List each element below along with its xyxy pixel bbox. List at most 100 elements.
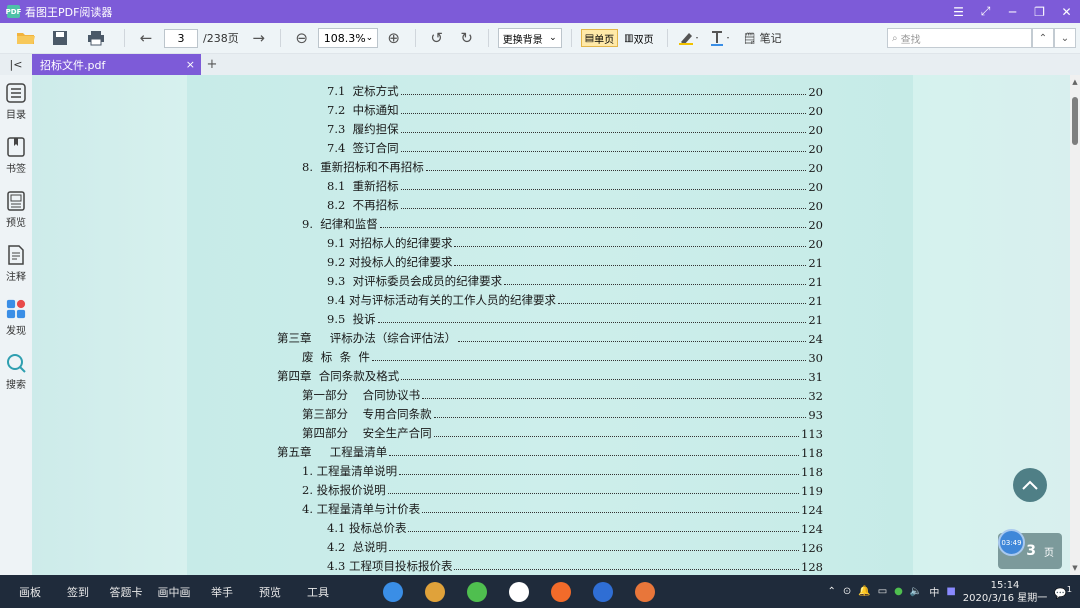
sidebar-item-search[interactable]: 搜索 bbox=[0, 345, 32, 399]
toc-entry[interactable]: 7.2 中标通知 20 bbox=[327, 99, 823, 118]
menu-icon[interactable]: ☰ bbox=[945, 0, 972, 23]
ime-indicator[interactable]: 中 bbox=[929, 584, 939, 599]
tab-close-icon[interactable]: × bbox=[186, 58, 195, 71]
close-icon[interactable]: ✕ bbox=[1053, 0, 1080, 23]
toc-entry[interactable]: 第四章 合同条款及格式 31 bbox=[277, 365, 823, 384]
toc-entry[interactable]: 第一部分 合同协议书 32 bbox=[302, 384, 823, 403]
toc-entry[interactable]: 2. 投标报价说明 119 bbox=[302, 479, 823, 498]
sidebar-item-preview[interactable]: 预览 bbox=[0, 183, 32, 237]
search-input[interactable]: ⌕ 查找 bbox=[887, 28, 1032, 48]
minimize-icon[interactable]: ─ bbox=[999, 0, 1026, 23]
taskbar-tool[interactable]: 举手 bbox=[198, 584, 246, 600]
taskbar-tool[interactable]: 画中画 bbox=[150, 584, 198, 600]
single-page-icon: ▤ bbox=[584, 32, 595, 44]
save-icon[interactable] bbox=[48, 26, 72, 50]
toc-entry[interactable]: 9.2 对投标人的纪律要求 21 bbox=[327, 251, 823, 270]
chevron-up-icon[interactable]: ⌃ bbox=[827, 586, 835, 597]
action-center-icon[interactable]: 💬1 bbox=[1054, 584, 1072, 599]
page-number-input[interactable]: 3 bbox=[164, 28, 198, 48]
back-to-top-button[interactable] bbox=[1013, 468, 1047, 502]
toc-entry[interactable]: 4.3 工程项目投标报价表 128 bbox=[327, 555, 823, 574]
text-tool-icon[interactable] bbox=[709, 26, 733, 50]
taskbar-app[interactable] bbox=[546, 577, 576, 607]
prev-page-icon[interactable]: ← bbox=[134, 26, 158, 50]
toc-entry[interactable]: 8.2 不再招标 20 bbox=[327, 194, 823, 213]
taskbar-app[interactable] bbox=[588, 577, 618, 607]
next-page-icon[interactable]: → bbox=[247, 26, 271, 50]
toc-entry[interactable]: 9. 纪律和监督 20 bbox=[302, 213, 823, 232]
toc-leader-dots bbox=[422, 512, 800, 513]
sidebar-item-annotation[interactable]: 注释 bbox=[0, 237, 32, 291]
scroll-down-icon[interactable]: ▼ bbox=[1070, 563, 1080, 573]
toc-entry[interactable]: 8.1 重新招标 20 bbox=[327, 175, 823, 194]
sidebar-item-bookmark[interactable]: 书签 bbox=[0, 129, 32, 183]
taskbar-tool[interactable]: 答题卡 bbox=[102, 584, 150, 600]
double-page-button[interactable]: ▥ 双页 bbox=[620, 29, 657, 47]
toc-entry-page: 32 bbox=[808, 389, 823, 403]
background-select[interactable]: 更换背景 ⌄ bbox=[497, 28, 562, 48]
taskbar-app[interactable] bbox=[462, 577, 492, 607]
taskbar-app[interactable] bbox=[504, 577, 534, 607]
search-prev-icon[interactable]: ⌃ bbox=[1032, 28, 1054, 48]
toc-leader-dots bbox=[454, 246, 807, 247]
scroll-thumb[interactable] bbox=[1072, 97, 1078, 145]
print-icon[interactable] bbox=[84, 26, 108, 50]
open-folder-icon[interactable] bbox=[14, 26, 38, 50]
vertical-scrollbar[interactable]: ▲ ▼ bbox=[1070, 75, 1080, 575]
maximize-icon[interactable]: ❐ bbox=[1026, 0, 1053, 23]
toc-entry-title: 第四章 合同条款及格式 bbox=[277, 369, 400, 383]
document-viewer[interactable]: 7.1 定标方式 20 7.2 中标通知 20 7.3 履约担保 20 7.4 签订合同 20… bbox=[32, 75, 1070, 575]
taskbar-app[interactable] bbox=[420, 577, 450, 607]
sidebar-item-discover[interactable]: 发现 bbox=[0, 291, 32, 345]
toc-entry-page: 119 bbox=[801, 484, 823, 498]
search-next-icon[interactable]: ⌄ bbox=[1054, 28, 1076, 48]
display-icon[interactable]: ▭ bbox=[878, 586, 887, 597]
toc-entry[interactable]: 第五章 工程量清单 118 bbox=[277, 441, 823, 460]
single-page-button[interactable]: ▤ 单页 bbox=[580, 29, 619, 47]
toc-entry[interactable]: 9.4 对与评标活动有关的工作人员的纪律要求 21 bbox=[327, 289, 823, 308]
notification-bell-icon[interactable]: 🔔 bbox=[858, 586, 870, 597]
toc-entry[interactable]: 4.2 总说明 126 bbox=[327, 536, 823, 555]
toc-entry[interactable]: 9.3 对评标委员会成员的纪律要求 21 bbox=[327, 270, 823, 289]
app-tray-icon[interactable]: ■ bbox=[946, 586, 955, 597]
fullscreen-icon[interactable]: ⤢ bbox=[972, 0, 999, 23]
collapse-sidebar-icon[interactable]: |< bbox=[0, 54, 32, 75]
toc-leader-dots bbox=[433, 417, 807, 418]
toc-entry[interactable]: 4. 工程量清单与计价表 124 bbox=[302, 498, 823, 517]
toc-entry[interactable]: 1. 工程量清单说明 118 bbox=[302, 460, 823, 479]
new-tab-button[interactable]: + bbox=[201, 54, 223, 75]
toc-entry[interactable]: 8. 重新招标和不再招标 20 bbox=[302, 156, 823, 175]
clock[interactable]: 15:14 2020/3/16 星期一 bbox=[963, 579, 1047, 605]
toc-entry[interactable]: 9.1 对招标人的纪律要求 20 bbox=[327, 232, 823, 251]
toc-entry[interactable]: 废 标 条 件 30 bbox=[302, 346, 823, 365]
toc-entry[interactable]: 第三部分 专用合同条款 93 bbox=[302, 403, 823, 422]
note-button[interactable]: 🗒 笔记 bbox=[743, 30, 782, 46]
rotate-left-icon[interactable]: ↺ bbox=[425, 26, 449, 50]
toc-entry[interactable]: 第三章 评标办法（综合评估法） 24 bbox=[277, 327, 823, 346]
zoom-out-icon[interactable]: ⊖ bbox=[290, 26, 314, 50]
wechat-icon[interactable]: ● bbox=[894, 586, 903, 597]
toc-entry[interactable]: 7.3 履约担保 20 bbox=[327, 118, 823, 137]
toc-entry[interactable]: 7.1 定标方式 20 bbox=[327, 80, 823, 99]
taskbar-tool[interactable]: 工具 bbox=[294, 584, 342, 600]
network-icon[interactable]: ⊙ bbox=[843, 586, 851, 597]
zoom-select[interactable]: 108.3% ⌄ bbox=[317, 28, 378, 48]
scroll-up-icon[interactable]: ▲ bbox=[1070, 77, 1080, 87]
taskbar-app[interactable] bbox=[630, 577, 660, 607]
timer-badge[interactable]: 03:49 bbox=[998, 529, 1025, 556]
rotate-right-icon[interactable]: ↻ bbox=[455, 26, 479, 50]
toc-entry[interactable]: 9.5 投诉 21 bbox=[327, 308, 823, 327]
taskbar-tool[interactable]: 签到 bbox=[54, 584, 102, 600]
volume-icon[interactable]: 🔈 bbox=[910, 586, 922, 597]
taskbar-tool[interactable]: 画板 bbox=[6, 584, 54, 600]
toc-entry[interactable]: 4.1 投标总价表 124 bbox=[327, 517, 823, 536]
toc-entry[interactable]: 第四部分 安全生产合同 113 bbox=[302, 422, 823, 441]
taskbar-app[interactable] bbox=[378, 577, 408, 607]
highlighter-icon[interactable] bbox=[677, 26, 701, 50]
toc-entry[interactable]: 7.4 签订合同 20 bbox=[327, 137, 823, 156]
taskbar-tool[interactable]: 预览 bbox=[246, 584, 294, 600]
tab-document[interactable]: 招标文件.pdf × bbox=[32, 54, 201, 75]
zoom-in-icon[interactable]: ⊕ bbox=[382, 26, 406, 50]
sidebar-item-toc[interactable]: 目录 bbox=[0, 75, 32, 129]
toc-leader-dots bbox=[454, 265, 807, 266]
